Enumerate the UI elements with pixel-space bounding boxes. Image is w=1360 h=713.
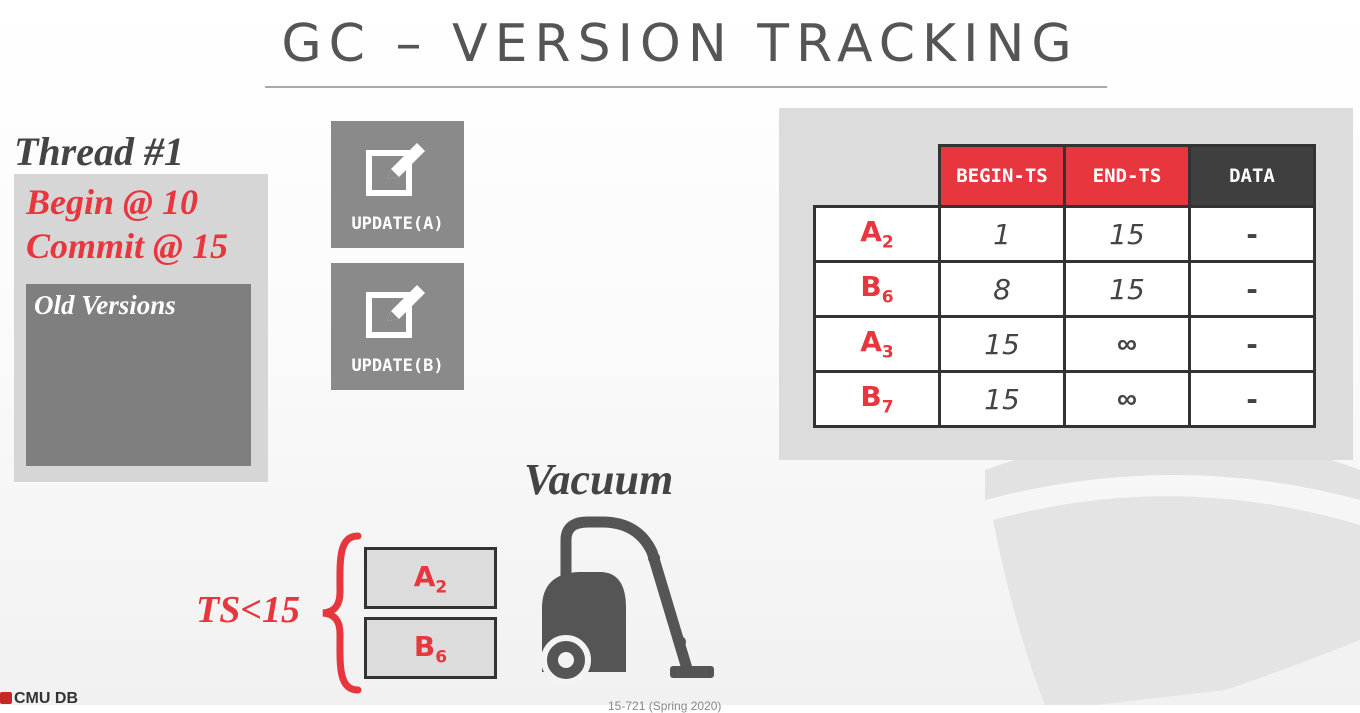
- data-cell: -: [1188, 205, 1316, 263]
- vacuum-item-a2: A2: [364, 547, 497, 609]
- vacuum-item-b6: B6: [364, 617, 497, 679]
- update-b-operation: UPDATE(B): [331, 263, 464, 390]
- begin-ts-cell: 8: [938, 260, 1066, 318]
- version-name: B7: [813, 370, 941, 428]
- background-decoration: [985, 435, 1360, 705]
- end-ts-cell: ∞: [1063, 315, 1191, 373]
- edit-icon: [366, 285, 425, 338]
- table-row: A2 1 15 -: [813, 205, 1316, 263]
- slide-title: GC – VERSION TRACKING: [281, 14, 1079, 74]
- begin-ts-cell: 15: [938, 315, 1066, 373]
- header-data: DATA: [1188, 144, 1316, 208]
- course-footer: 15-721 (Spring 2020): [608, 699, 722, 713]
- commit-timestamp: Commit @ 15: [26, 226, 228, 266]
- begin-ts-cell: 15: [938, 370, 1066, 428]
- table-row: A3 15 ∞ -: [813, 315, 1316, 373]
- version-table: BEGIN-TS END-TS DATA A2 1 15 - B6 8 15 -…: [813, 144, 1316, 428]
- begin-ts-cell: 1: [938, 205, 1066, 263]
- table-row: B6 8 15 -: [813, 260, 1316, 318]
- update-a-label: UPDATE(A): [351, 214, 444, 234]
- title-divider: [265, 86, 1107, 88]
- curly-brace-icon: [322, 532, 362, 694]
- version-name: B6: [813, 260, 941, 318]
- table-row: B7 15 ∞ -: [813, 370, 1316, 428]
- cmu-db-logo: CMU DB: [0, 690, 78, 708]
- thread-label: Thread #1: [14, 129, 184, 174]
- table-header-row: BEGIN-TS END-TS DATA: [815, 144, 1316, 208]
- data-cell: -: [1188, 260, 1316, 318]
- vacuum-label: Vacuum: [524, 455, 674, 504]
- data-cell: -: [1188, 315, 1316, 373]
- version-name: A2: [813, 205, 941, 263]
- ts-condition-label: TS<15: [196, 589, 300, 631]
- old-versions-label: Old Versions: [34, 290, 176, 320]
- end-ts-cell: ∞: [1063, 370, 1191, 428]
- begin-timestamp: Begin @ 10: [26, 182, 198, 222]
- logo-mark-icon: [0, 692, 12, 704]
- update-b-label: UPDATE(B): [351, 356, 444, 376]
- version-name: A3: [813, 315, 941, 373]
- vacuum-cleaner-icon: [541, 516, 714, 684]
- header-end-ts: END-TS: [1063, 144, 1191, 208]
- update-a-operation: UPDATE(A): [331, 121, 464, 248]
- header-blank: [815, 146, 940, 207]
- data-cell: -: [1188, 370, 1316, 428]
- end-ts-cell: 15: [1063, 260, 1191, 318]
- header-begin-ts: BEGIN-TS: [938, 144, 1066, 208]
- edit-icon: [366, 143, 425, 196]
- end-ts-cell: 15: [1063, 205, 1191, 263]
